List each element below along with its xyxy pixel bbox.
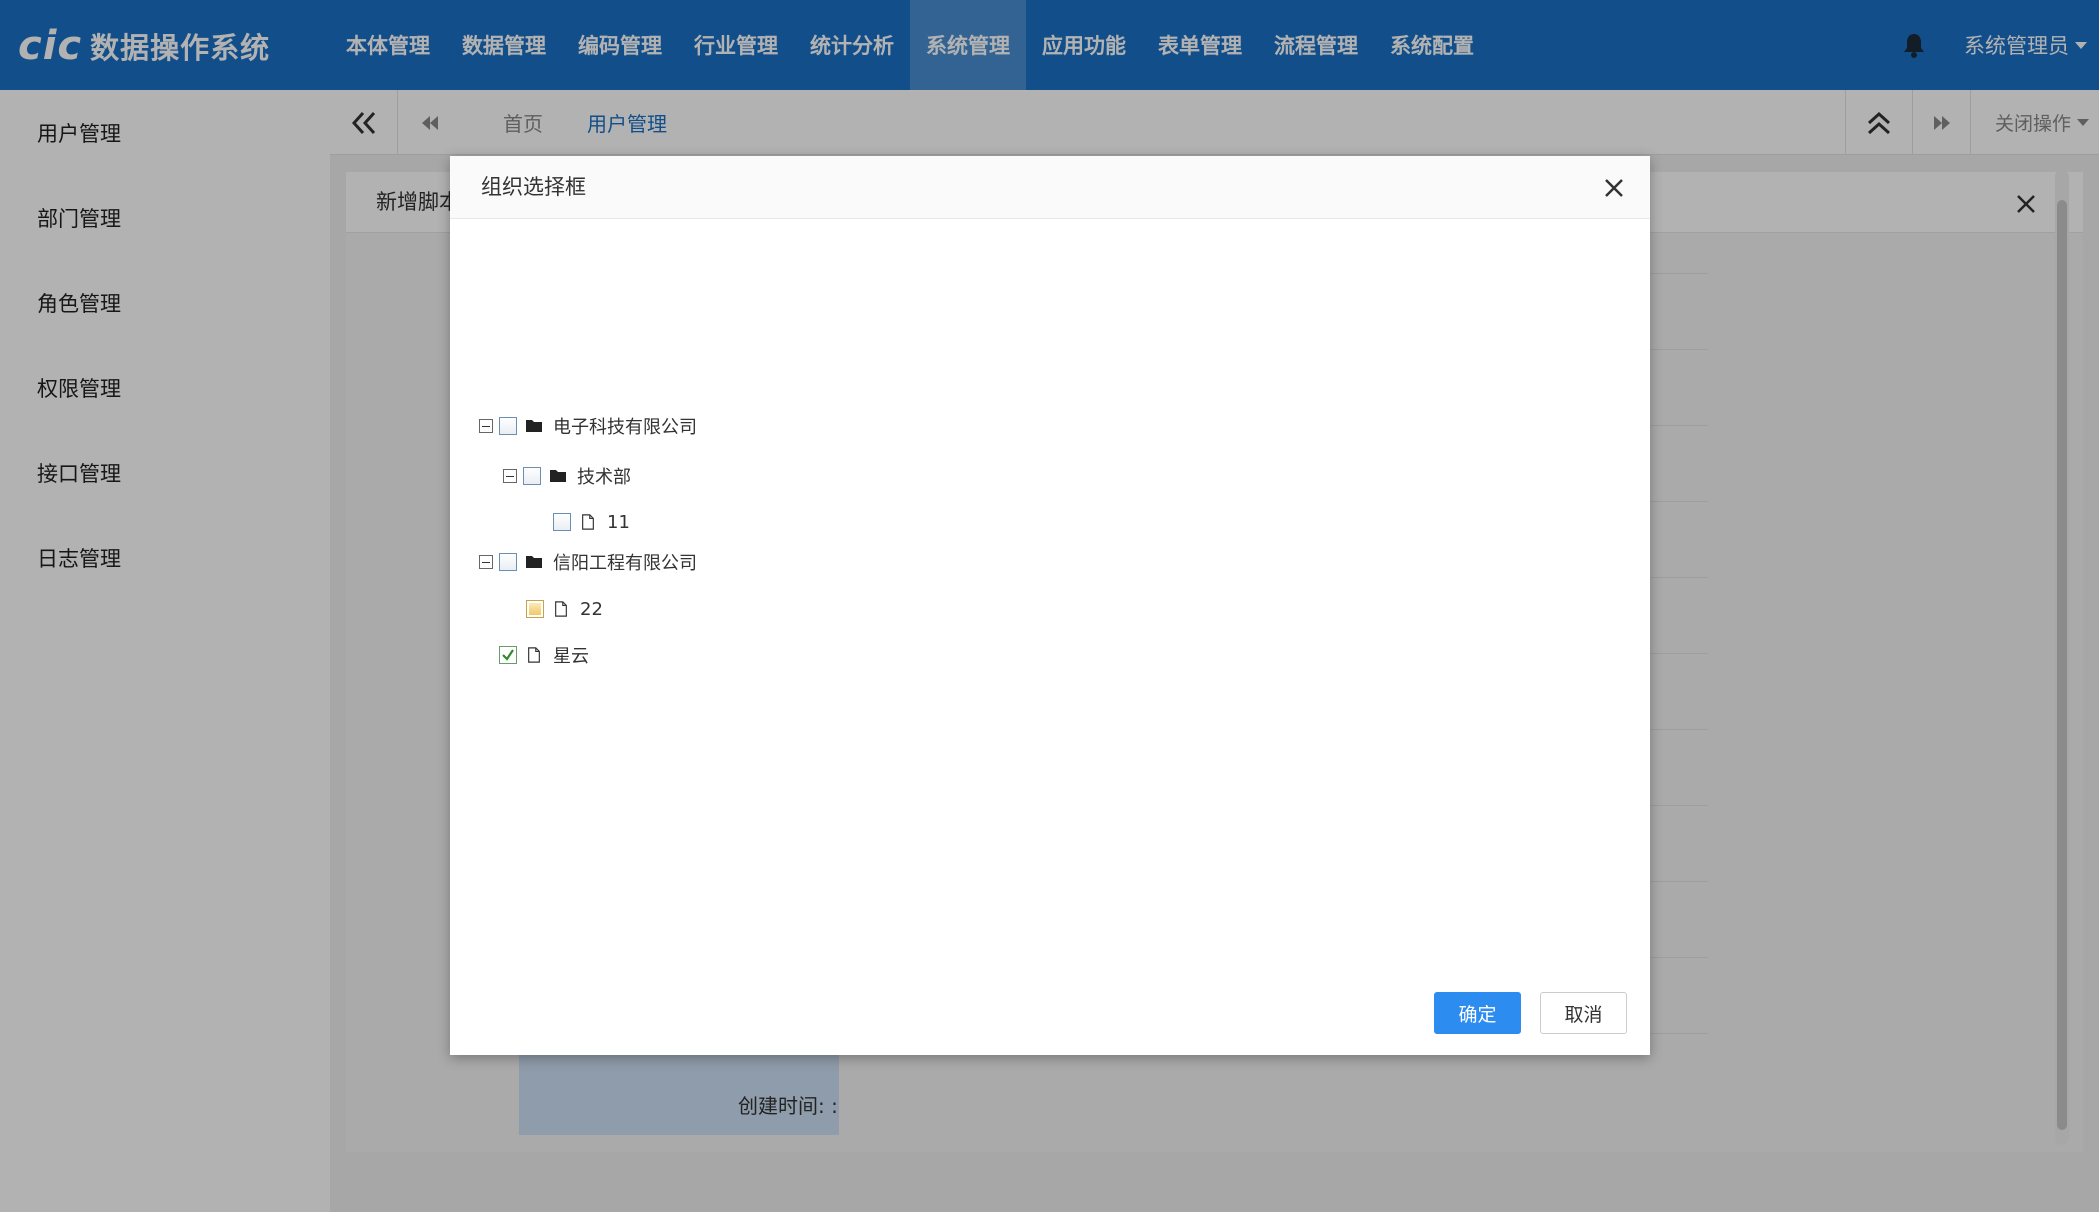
tree-node-label[interactable]: 信阳工程有限公司 (553, 549, 697, 575)
collapse-toggle-icon[interactable] (503, 469, 517, 483)
tree-node-label[interactable]: 电子科技有限公司 (553, 413, 697, 439)
org-select-dialog: 组织选择框 电子科技有限公司 技术部 11 信阳工程有限公司 22 星云 确定 … (450, 156, 1650, 1055)
tree-node: 技术部 (503, 461, 631, 491)
dialog-title: 组织选择框 (481, 175, 586, 199)
collapse-toggle-icon[interactable] (479, 419, 493, 433)
tree-node-label[interactable]: 星云 (553, 642, 589, 668)
tree-node: 11 (553, 507, 630, 537)
tree-checkbox[interactable] (499, 553, 517, 571)
folder-icon (550, 470, 566, 482)
tree-checkbox[interactable] (499, 417, 517, 435)
file-icon (555, 601, 567, 617)
checkmark-icon (502, 649, 514, 661)
tree-node-label[interactable]: 22 (580, 599, 603, 620)
cancel-button[interactable]: 取消 (1540, 992, 1627, 1034)
tree-checkbox[interactable] (523, 467, 541, 485)
dialog-header: 组织选择框 (450, 156, 1650, 219)
file-icon (582, 514, 594, 530)
tree-node-label[interactable]: 技术部 (577, 463, 631, 489)
dialog-footer: 确定 取消 (450, 992, 1650, 1055)
tree-node-label[interactable]: 11 (607, 512, 630, 533)
tree-node: 22 (526, 594, 603, 624)
confirm-button[interactable]: 确定 (1434, 992, 1521, 1034)
file-icon (528, 647, 540, 663)
folder-icon (526, 420, 542, 432)
collapse-toggle-icon[interactable] (479, 555, 493, 569)
tree-checkbox-partial[interactable] (526, 600, 544, 618)
tree-checkbox[interactable] (553, 513, 571, 531)
close-icon[interactable] (1602, 176, 1626, 200)
tree-node: 信阳工程有限公司 (479, 547, 697, 577)
folder-icon (526, 556, 542, 568)
tree-node: 电子科技有限公司 (479, 411, 697, 441)
tree-node: 星云 (499, 640, 589, 670)
tree-checkbox-checked[interactable] (499, 646, 517, 664)
